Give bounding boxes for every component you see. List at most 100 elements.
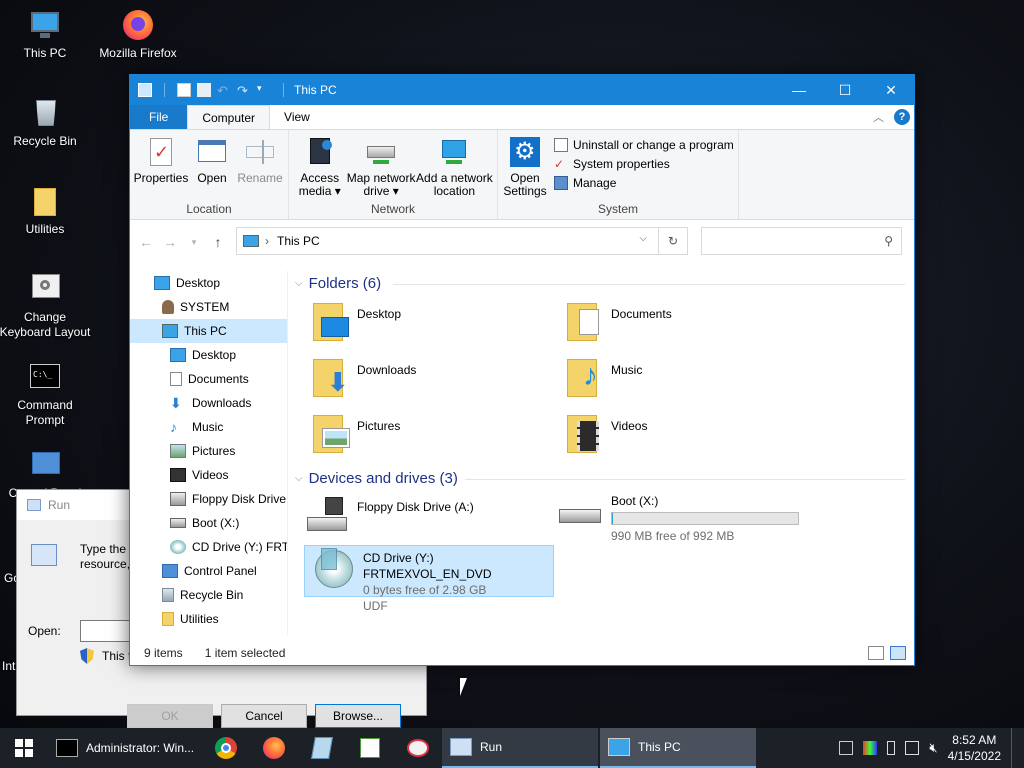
new-folder-icon[interactable]: [197, 83, 211, 97]
system-properties-button[interactable]: ✓ System properties: [554, 157, 734, 171]
taskbar-pin-paint[interactable]: [394, 728, 442, 768]
desktop-icon-recycle-bin[interactable]: Recycle Bin: [0, 96, 93, 149]
clock[interactable]: 8:52 AM 4/15/2022: [948, 732, 1001, 764]
firefox-icon: [121, 8, 155, 42]
explorer-titlebar[interactable]: ↶ ↷ ▾ This PC — ☐ ✕: [130, 75, 914, 105]
drive-boot[interactable]: Boot (X:) 990 MB free of 992 MB: [553, 489, 803, 543]
help-icon[interactable]: ?: [894, 109, 910, 125]
open-window-icon: [196, 136, 228, 168]
chevron-down-icon: ⌵: [295, 278, 303, 289]
run-browse-button[interactable]: Browse...: [315, 704, 401, 728]
address-dropdown-icon[interactable]: ⌵: [639, 233, 647, 244]
address-bar[interactable]: › This PC ⌵: [236, 227, 688, 255]
boot-usage-bar: [611, 512, 799, 525]
download-arrow-icon: ⬇: [170, 395, 182, 411]
properties-check-icon[interactable]: [177, 83, 191, 97]
network-drive-icon: [365, 136, 397, 168]
cd-drive-icon: [309, 546, 357, 590]
uac-shield-icon: [80, 648, 94, 664]
close-button[interactable]: ✕: [868, 75, 914, 105]
search-icon: ⚲: [884, 234, 893, 248]
tab-view[interactable]: View: [270, 105, 324, 129]
devices-group-header[interactable]: ⌵ Devices and drives (3): [295, 470, 458, 487]
taskbar-pin-firefox[interactable]: [250, 728, 298, 768]
folder-pictures[interactable]: Pictures: [299, 411, 549, 461]
forward-arrow-icon[interactable]: →: [162, 234, 178, 250]
videos-folder-icon: [565, 411, 605, 455]
system-tray: 🔇︎ 8:52 AM 4/15/2022: [839, 728, 1024, 768]
taskbar-app-command-prompt[interactable]: Administrator: Win...: [48, 728, 202, 768]
nav-item-cd-drive[interactable]: CD Drive (Y:) FRTM: [130, 535, 287, 559]
up-arrow-icon[interactable]: ↑: [210, 234, 226, 250]
desktop-icon-firefox[interactable]: Mozilla Firefox: [90, 8, 186, 61]
nav-item-utilities[interactable]: Utilities: [130, 607, 287, 631]
nav-item-recycle-bin[interactable]: Recycle Bin: [130, 583, 287, 607]
show-desktop-button[interactable]: [1011, 728, 1012, 768]
volume-muted-icon[interactable]: 🔇︎: [929, 740, 937, 756]
qat-dropdown-icon[interactable]: ▾: [257, 83, 271, 97]
color-icon[interactable]: [863, 741, 878, 755]
nav-item-desktop-folder[interactable]: Desktop: [130, 343, 287, 367]
details-view-icon[interactable]: [868, 646, 884, 660]
minimize-button[interactable]: —: [776, 75, 822, 105]
nav-item-videos[interactable]: Videos: [130, 463, 287, 487]
uninstall-program-button[interactable]: Uninstall or change a program: [554, 138, 734, 152]
taskbar-pin-charts[interactable]: [346, 728, 394, 768]
taskbar-pin-notepad[interactable]: [298, 728, 346, 768]
nav-item-boot[interactable]: Boot (X:): [130, 511, 287, 535]
desktop-icon-change-keyboard[interactable]: Change Keyboard Layout: [0, 272, 93, 340]
usb-icon[interactable]: [887, 741, 896, 755]
rename-icon: [244, 136, 276, 168]
undo-icon[interactable]: ↶: [217, 83, 231, 98]
taskbar-app-this-pc[interactable]: This PC: [600, 728, 756, 768]
taskbar-app-run[interactable]: Run: [442, 728, 598, 768]
run-ok-button[interactable]: OK: [127, 704, 213, 728]
run-cancel-button[interactable]: Cancel: [221, 704, 307, 728]
this-pc-icon: [28, 8, 62, 42]
refresh-button[interactable]: ↻: [658, 227, 688, 255]
search-input[interactable]: ⚲: [701, 227, 902, 255]
taskbar-pin-chrome[interactable]: [202, 728, 250, 768]
maximize-button[interactable]: ☐: [822, 75, 868, 105]
nav-item-this-pc[interactable]: This PC: [130, 319, 287, 343]
item-count: 9 items: [144, 646, 183, 660]
redo-icon[interactable]: ↷: [237, 83, 251, 98]
nav-item-pictures[interactable]: Pictures: [130, 439, 287, 463]
nav-item-music[interactable]: ♪ Music: [130, 415, 287, 439]
nav-item-system[interactable]: SYSTEM: [130, 295, 287, 319]
recent-locations-icon[interactable]: ▾: [186, 237, 202, 248]
folder-music[interactable]: ♪ Music: [553, 355, 803, 405]
tab-computer[interactable]: Computer: [187, 105, 271, 129]
folder-desktop[interactable]: Desktop: [299, 299, 549, 349]
nav-item-downloads[interactable]: ⬇ Downloads: [130, 391, 287, 415]
folder-downloads[interactable]: ⬇ Downloads: [299, 355, 549, 405]
nav-item-control-panel[interactable]: Control Panel: [130, 559, 287, 583]
nav-item-desktop[interactable]: Desktop: [130, 271, 287, 295]
explorer-window-icon[interactable]: [138, 83, 152, 97]
notepad-icon: [311, 737, 333, 759]
keyboard-icon[interactable]: [905, 741, 920, 755]
drive-cd[interactable]: CD Drive (Y:) FRTMEXVOL_EN_DVD 0 bytes f…: [304, 545, 554, 613]
nav-item-floppy[interactable]: Floppy Disk Drive: [130, 487, 287, 511]
drive-floppy[interactable]: Floppy Disk Drive (A:): [299, 495, 549, 547]
desktop-icon-utilities[interactable]: Utilities: [0, 184, 93, 237]
manage-button[interactable]: Manage: [554, 176, 734, 190]
nav-pane-divider[interactable]: [287, 271, 288, 635]
tab-file[interactable]: File: [130, 105, 188, 129]
folder-documents[interactable]: Documents: [553, 299, 803, 349]
pictures-icon: [170, 444, 186, 458]
ribbon: ✓ Properties Open Rename Location Access…: [130, 129, 914, 220]
nav-item-documents[interactable]: Documents: [130, 367, 287, 391]
back-arrow-icon[interactable]: ←: [138, 234, 154, 250]
desktop-icon-this-pc[interactable]: This PC: [0, 8, 93, 61]
desktop-icon-command-prompt[interactable]: C:\_ Command Prompt: [0, 360, 93, 428]
folder-videos[interactable]: Videos: [553, 411, 803, 461]
settings-gear-icon: ⚙: [509, 136, 541, 168]
start-button[interactable]: [0, 728, 48, 768]
large-icons-view-icon[interactable]: [890, 646, 906, 660]
network-icon[interactable]: [839, 741, 854, 755]
chart-icon: [360, 738, 380, 758]
folders-group-header[interactable]: ⌵ Folders (6): [295, 275, 381, 292]
this-pc-small-icon: [243, 235, 259, 247]
collapse-ribbon-icon[interactable]: ︿: [873, 109, 884, 125]
